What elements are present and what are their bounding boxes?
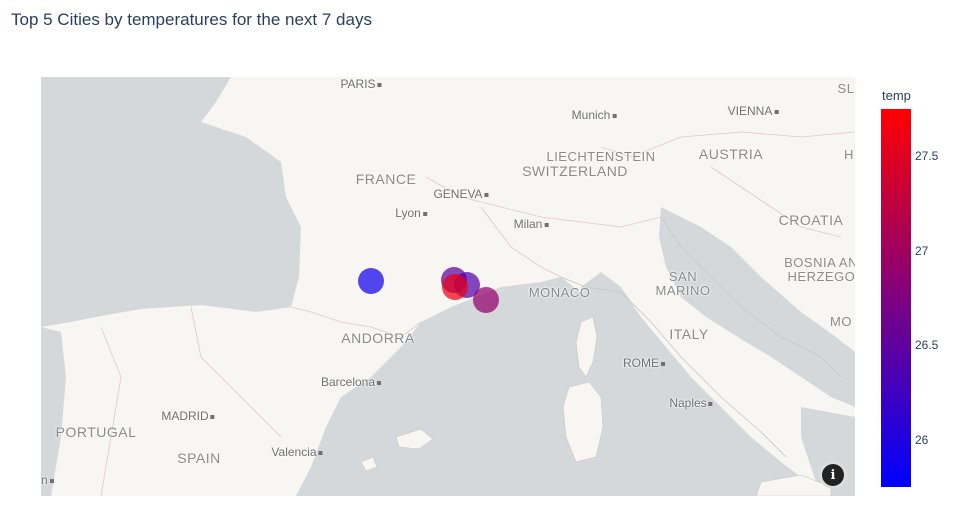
colorbar-title: temp [882,88,911,103]
map-view[interactable]: PARIS Munich VIENNA GENEVA Lyon Milan Barcelon… [41,77,855,496]
city-marker-1[interactable] [358,268,384,294]
colorbar-tick: 26.5 [915,338,939,353]
city-marker-5[interactable] [473,287,499,313]
city-markers [358,267,499,313]
colorbar-tick: 26 [915,432,929,447]
info-icon[interactable]: i [822,464,844,486]
city-marker-4[interactable] [442,274,468,300]
colorbar-tick: 27 [915,243,929,258]
chart-title: Top 5 Cities by temperatures for the nex… [11,10,372,29]
colorbar [881,109,911,487]
colorbar-tick: 27.5 [915,149,939,164]
